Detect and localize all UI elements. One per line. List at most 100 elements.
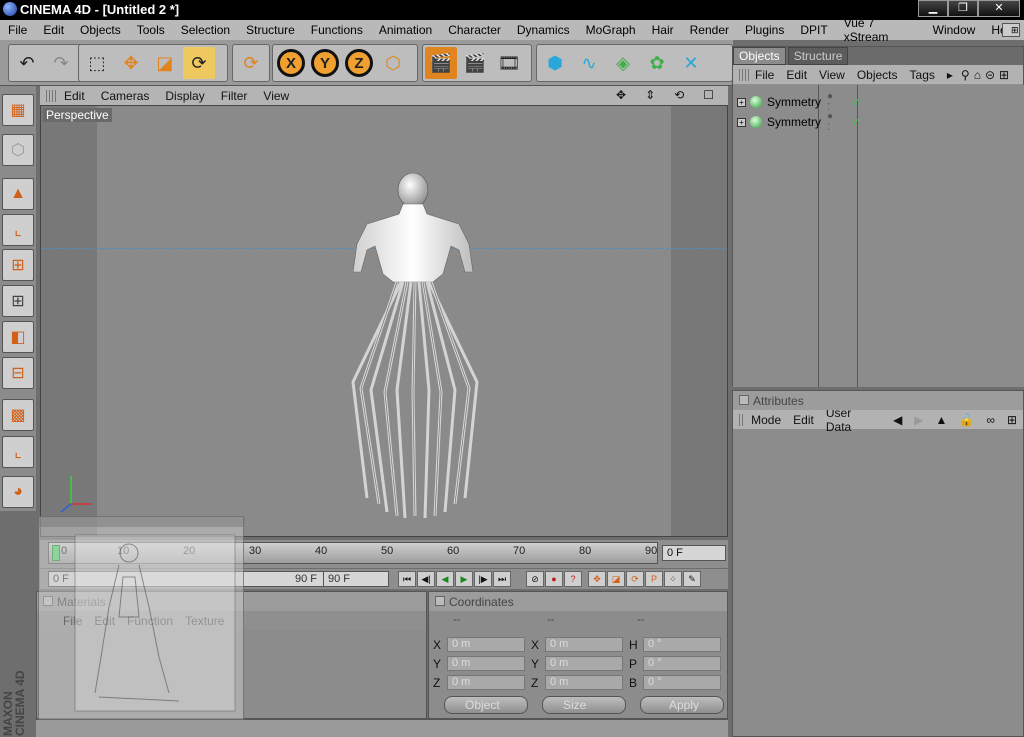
panel-checkbox[interactable] <box>435 596 445 606</box>
menu-render[interactable]: Render <box>682 23 737 37</box>
rotation-h-field[interactable]: 0 ° <box>643 637 721 652</box>
menu-hair[interactable]: Hair <box>644 23 682 37</box>
character-model[interactable] <box>41 106 728 537</box>
expand-icon[interactable]: + <box>737 117 746 127</box>
visibility-dots-icon[interactable]: ● ⁚ <box>827 111 833 133</box>
grip-handle[interactable] <box>46 89 56 102</box>
obj-menu-edit[interactable]: Edit <box>780 68 813 82</box>
menu-window[interactable]: Window <box>925 23 984 37</box>
tab-structure[interactable]: Structure <box>787 47 849 65</box>
obj-menu-file[interactable]: File <box>749 68 780 82</box>
obj-menu-tags[interactable]: Tags <box>904 68 941 82</box>
orbit-icon[interactable]: ⟲ <box>666 88 692 102</box>
x-axis-lock-icon[interactable]: X <box>277 49 305 77</box>
vp-menu-cameras[interactable]: Cameras <box>93 89 158 103</box>
vp-menu-filter[interactable]: Filter <box>213 89 256 103</box>
more-arrow-icon[interactable]: ▸ <box>941 68 959 82</box>
search-icon[interactable]: ⚲ <box>959 68 972 82</box>
menu-functions[interactable]: Functions <box>303 23 371 37</box>
new-panel-icon[interactable]: ⊞ <box>997 68 1011 82</box>
visibility-dots-icon[interactable]: ● ⁚ <box>827 91 833 113</box>
menu-tools[interactable]: Tools <box>129 23 173 37</box>
menu-edit[interactable]: Edit <box>35 23 72 37</box>
recent-tool-icon[interactable]: ⟳ <box>235 47 267 79</box>
deformer-icon[interactable]: ✕ <box>675 47 707 79</box>
scheme-icon[interactable]: ✎ <box>683 571 701 587</box>
array-icon[interactable]: ✿ <box>641 47 673 79</box>
link-icon[interactable]: ⊝ <box>983 68 997 82</box>
autokey-icon[interactable]: ● <box>545 571 563 587</box>
cube-object-icon[interactable]: ⬢ <box>539 47 571 79</box>
undo-icon[interactable]: ↶ <box>11 47 43 79</box>
up-arrow-icon[interactable]: ▲ <box>930 413 954 427</box>
model-mode-icon[interactable]: ▲ <box>2 178 34 210</box>
live-selection-icon[interactable]: ⬚ <box>81 47 113 79</box>
dolly-icon[interactable]: ⇕ <box>637 88 663 102</box>
menu-plugins[interactable]: Plugins <box>737 23 792 37</box>
list-item[interactable]: + Symmetry ● ⁚ ✓ <box>737 111 861 133</box>
menu-dynamics[interactable]: Dynamics <box>509 23 578 37</box>
key-parameter-icon[interactable]: P <box>645 571 663 587</box>
position-y-field[interactable]: 0 m <box>447 656 525 671</box>
redo-icon[interactable]: ↷ <box>45 47 77 79</box>
rotation-b-field[interactable]: 0 ° <box>643 675 721 690</box>
apply-button[interactable]: Apply <box>640 696 724 714</box>
key-position-icon[interactable]: ✥ <box>588 571 606 587</box>
step-forward-icon[interactable]: |▶ <box>474 571 492 587</box>
record-keys-icon[interactable]: ⊘ <box>526 571 544 587</box>
render-settings-icon[interactable]: 🎞 <box>493 47 525 79</box>
attr-menu-mode[interactable]: Mode <box>745 413 787 427</box>
coord-mode-select[interactable]: Object <box>444 696 528 714</box>
key-pla-icon[interactable]: ⁘ <box>664 571 682 587</box>
lock-icon[interactable]: 🔓 <box>953 413 980 427</box>
layout-manager-icon[interactable]: ⊞ <box>1002 23 1020 37</box>
pan-icon[interactable]: ✥ <box>608 88 634 102</box>
go-to-end-icon[interactable]: ⏭ <box>493 571 511 587</box>
key-scale-icon[interactable]: ◪ <box>607 571 625 587</box>
menu-vue-xstream[interactable]: Vue 7 xStream <box>836 16 925 44</box>
current-frame-field[interactable]: 0 F <box>662 545 726 561</box>
vp-menu-view[interactable]: View <box>255 89 297 103</box>
edges-mode-icon[interactable]: ⊞ <box>2 285 34 317</box>
rotation-p-field[interactable]: 0 ° <box>643 656 721 671</box>
minimize-button[interactable]: ▁ <box>918 0 948 17</box>
make-editable-icon[interactable]: ⬡ <box>2 134 34 166</box>
size-y-field[interactable]: 0 m <box>545 656 623 671</box>
key-rotation-icon[interactable]: ⟳ <box>626 571 644 587</box>
y-axis-lock-icon[interactable]: Y <box>311 49 339 77</box>
menu-objects[interactable]: Objects <box>72 23 129 37</box>
list-item[interactable]: + Symmetry ● ⁚ ✓ <box>737 91 861 113</box>
menu-selection[interactable]: Selection <box>173 23 238 37</box>
close-button[interactable]: ✕ <box>978 0 1020 17</box>
enabled-check-icon[interactable]: ✓ <box>851 115 861 129</box>
nurbs-icon[interactable]: ◈ <box>607 47 639 79</box>
size-z-field[interactable]: 0 m <box>545 675 623 690</box>
play-forward-icon[interactable]: ▶ <box>455 571 473 587</box>
grip-handle[interactable] <box>739 68 749 81</box>
size-x-field[interactable]: 0 m <box>545 637 623 652</box>
maximize-view-icon[interactable]: ☐ <box>695 88 722 102</box>
scale-tool-icon[interactable]: ◪ <box>149 47 181 79</box>
keyframe-selection-icon[interactable]: ? <box>564 571 582 587</box>
forward-arrow-icon[interactable]: ▶ <box>908 413 929 427</box>
sculpt-icon[interactable]: ◕ <box>2 476 34 508</box>
play-backward-icon[interactable]: ◀ <box>436 571 454 587</box>
render-view-icon[interactable]: 🎬 <box>425 47 457 79</box>
expand-icon[interactable]: + <box>737 97 746 107</box>
points-mode-icon[interactable]: ⊞ <box>2 249 34 281</box>
menu-animation[interactable]: Animation <box>371 23 440 37</box>
enabled-check-icon[interactable]: ✓ <box>851 95 861 109</box>
texture-mode-icon[interactable]: ⊟ <box>2 357 34 389</box>
step-back-icon[interactable]: ◀| <box>417 571 435 587</box>
menu-structure[interactable]: Structure <box>238 23 303 37</box>
z-axis-lock-icon[interactable]: Z <box>345 49 373 77</box>
tab-objects[interactable]: Objects <box>733 47 786 65</box>
chain-icon[interactable]: ∞ <box>980 413 1001 427</box>
object-axis-mode-icon[interactable]: ⌞ <box>2 214 34 246</box>
position-z-field[interactable]: 0 m <box>447 675 525 690</box>
obj-menu-objects[interactable]: Objects <box>851 68 904 82</box>
perspective-viewport[interactable]: Perspective <box>40 105 728 537</box>
render-picture-viewer-icon[interactable]: 🎬 <box>459 47 491 79</box>
menu-character[interactable]: Character <box>440 23 509 37</box>
obj-menu-view[interactable]: View <box>813 68 851 82</box>
